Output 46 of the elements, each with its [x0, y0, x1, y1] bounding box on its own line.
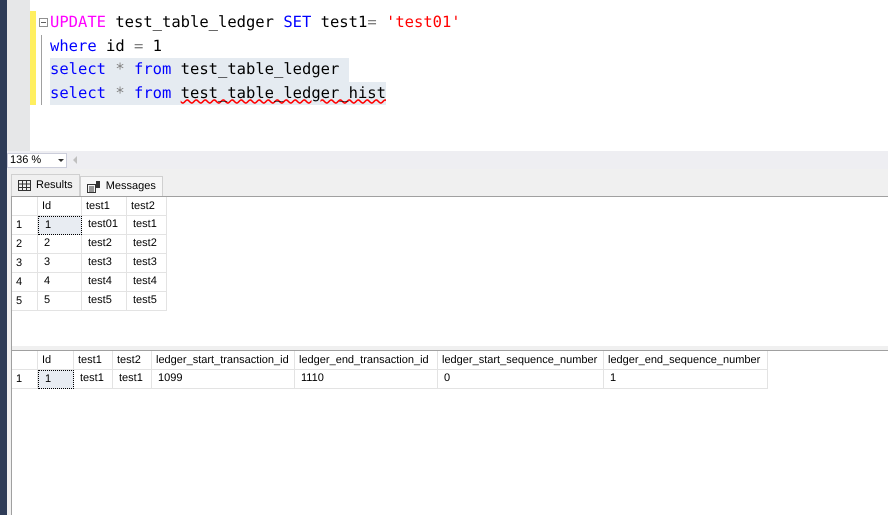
- table-cell: test1: [127, 216, 167, 235]
- table-cell: test01: [82, 216, 127, 235]
- table-cell: 1: [38, 370, 74, 389]
- table-cell: test1: [74, 370, 113, 389]
- row-number: 3: [12, 254, 38, 273]
- table-cell: test1: [113, 370, 152, 389]
- table-cell: 3: [38, 254, 82, 273]
- row-number: 2: [12, 235, 38, 254]
- table-cell: 1: [604, 370, 768, 389]
- table-cell: 1110: [295, 370, 438, 389]
- table-cell: test2: [127, 235, 167, 254]
- table-cell: 2: [38, 235, 82, 254]
- table-cell: test5: [82, 292, 127, 311]
- code-line: where id = 1: [50, 36, 162, 56]
- table-cell: 4: [38, 273, 82, 292]
- table-cell: 1: [38, 216, 82, 235]
- table-cell: 1099: [152, 370, 295, 389]
- document-icon: [86, 180, 101, 192]
- table-cell: 5: [38, 292, 82, 311]
- table-cell: 0: [438, 370, 604, 389]
- collapse-icon[interactable]: [38, 18, 48, 28]
- zoom-dropdown[interactable]: 136 %: [7, 152, 67, 168]
- column-header[interactable]: test2: [113, 351, 152, 370]
- table-cell: test4: [82, 273, 127, 292]
- table-cell: test5: [127, 292, 167, 311]
- scroll-left-icon[interactable]: [73, 156, 77, 164]
- table-cell: test3: [82, 254, 127, 273]
- grid-corner[interactable]: [12, 351, 38, 370]
- row-number: 4: [12, 273, 38, 292]
- table-cell: test2: [82, 235, 127, 254]
- code-line: UPDATE test_table_ledger SET test1= 'test01': [50, 12, 461, 33]
- column-header[interactable]: test2: [127, 197, 167, 216]
- column-header[interactable]: ledger_end_sequence_number: [604, 351, 768, 370]
- column-header[interactable]: ledger_start_sequence_number: [438, 351, 604, 370]
- column-header[interactable]: ledger_end_transaction_id: [295, 351, 438, 370]
- column-header[interactable]: test1: [82, 197, 127, 216]
- column-header[interactable]: test1: [74, 351, 113, 370]
- grid-corner[interactable]: [12, 197, 38, 216]
- result-tab[interactable]: Results: [11, 174, 80, 196]
- grid-icon: [18, 180, 31, 191]
- caret-icon: [58, 158, 64, 162]
- row-number: 5: [12, 292, 38, 311]
- result-tab[interactable]: Messages: [80, 176, 163, 196]
- table-cell: test4: [127, 273, 167, 292]
- table-cell: test3: [127, 254, 167, 273]
- column-header[interactable]: ledger_start_transaction_id: [152, 351, 295, 370]
